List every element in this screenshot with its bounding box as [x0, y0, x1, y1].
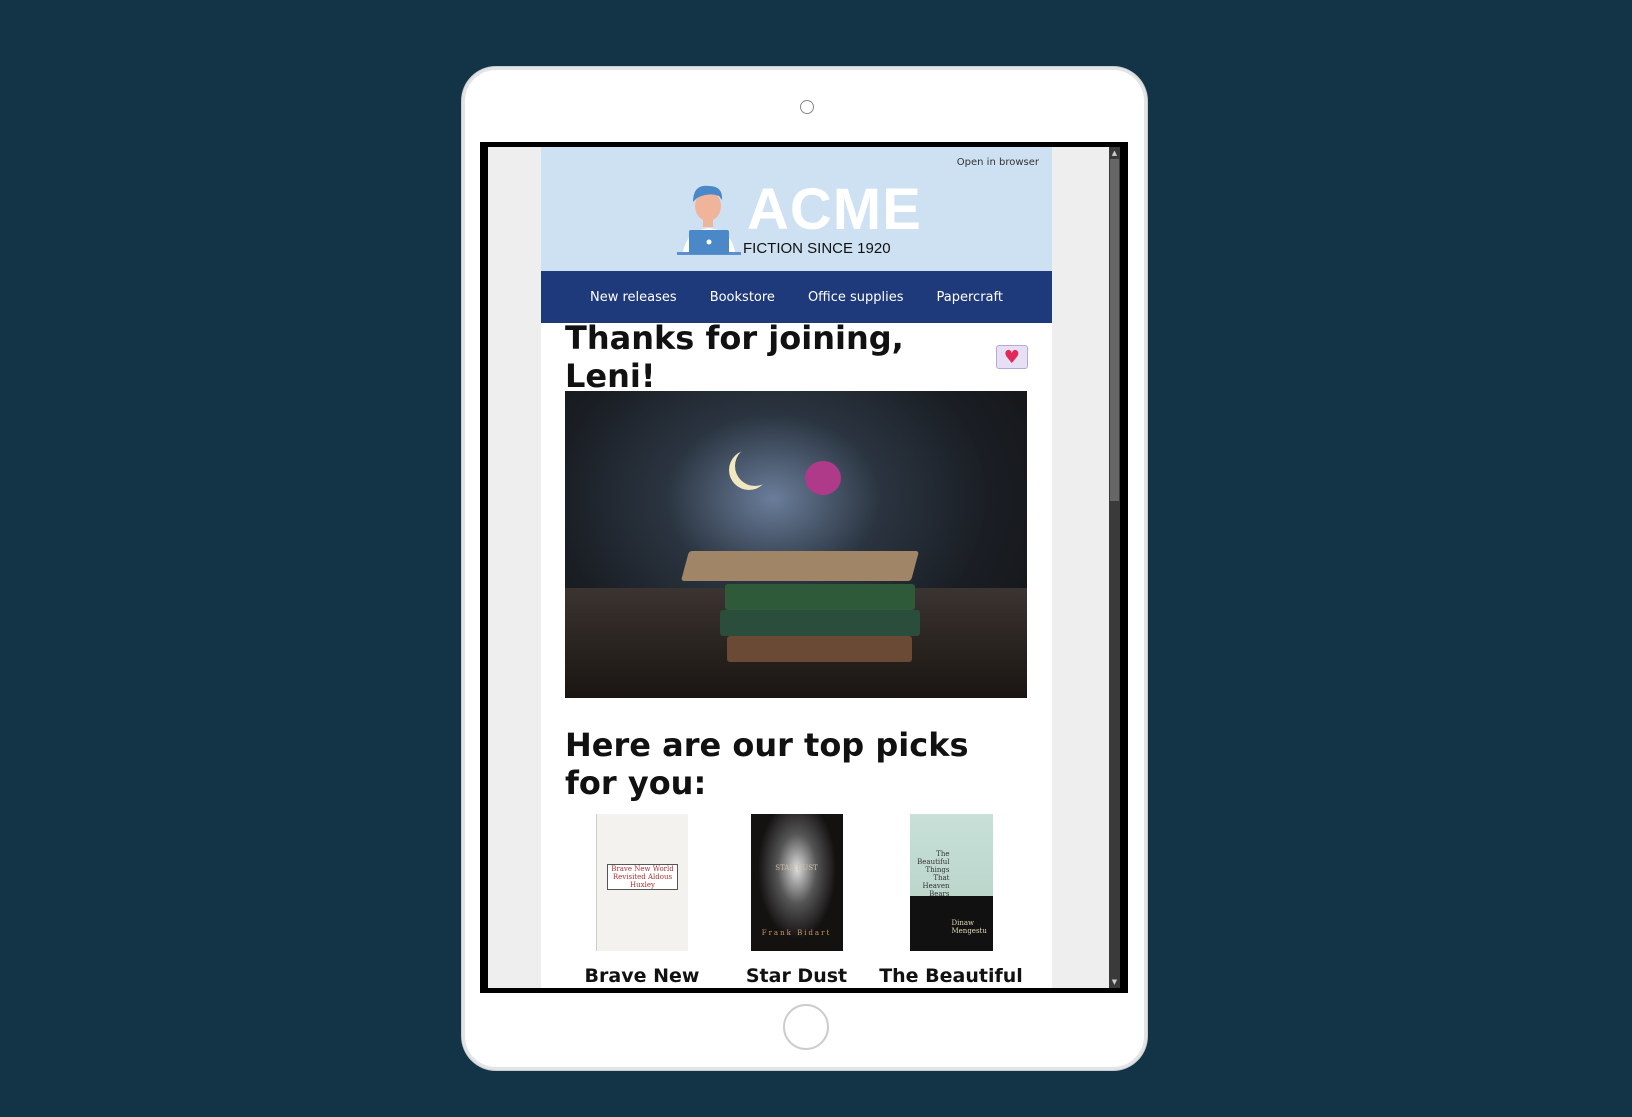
book-stack — [680, 551, 920, 662]
open-in-browser-link[interactable]: Open in browser — [957, 157, 1039, 168]
cover-author: Frank Bidart — [761, 929, 832, 937]
nav-office-supplies[interactable]: Office supplies — [808, 290, 904, 305]
book-card[interactable]: Brave New World Revisited Aldous Huxley … — [567, 814, 717, 988]
camera-icon — [800, 100, 814, 114]
book-title[interactable]: The Beautiful Things That Heaven Bears — [876, 963, 1026, 988]
welcome-text: Thanks for joining, Leni! — [565, 319, 904, 395]
scrollbar[interactable]: ▲ ▼ — [1109, 147, 1120, 988]
tree-shape — [805, 461, 841, 495]
brand-tagline: FICTION SINCE 1920 — [743, 240, 891, 257]
welcome-heading: Thanks for joining, Leni! ♥ — [565, 319, 1028, 395]
book-title[interactable]: Brave New World — [567, 963, 717, 988]
nav-papercraft[interactable]: Papercraft — [937, 290, 1003, 305]
email-viewport: Open in browser ACME FICTION SINCE 1920 … — [488, 147, 1120, 988]
home-button[interactable] — [783, 1004, 829, 1050]
email-body: Open in browser ACME FICTION SINCE 1920 … — [541, 147, 1052, 988]
book-title[interactable]: Star Dust — [746, 963, 847, 988]
person-laptop-icon — [677, 185, 741, 255]
cover-text: Brave New World Revisited Aldous Huxley — [607, 864, 678, 890]
book-cover-brave-new-world[interactable]: Brave New World Revisited Aldous Huxley — [596, 814, 688, 951]
book-cover-star-dust[interactable]: STAR DUST Frank Bidart — [750, 814, 843, 951]
acme-logo: ACME FICTION SINCE 1920 — [669, 177, 921, 262]
hero-image-magic-book — [565, 391, 1027, 698]
scroll-down-arrow-icon[interactable]: ▼ — [1109, 978, 1120, 986]
cover-text: The Beautiful Things That Heaven Bears — [917, 850, 950, 898]
nav-bar: New releases Bookstore Office supplies P… — [541, 271, 1052, 323]
picks-list: Brave New World Revisited Aldous Huxley … — [565, 814, 1028, 988]
scroll-up-arrow-icon[interactable]: ▲ — [1109, 149, 1120, 157]
nav-new-releases[interactable]: New releases — [590, 290, 677, 305]
book-card[interactable]: The Beautiful Things That Heaven Bears D… — [876, 814, 1026, 988]
nav-bookstore[interactable]: Bookstore — [710, 290, 775, 305]
scrollbar-thumb[interactable] — [1110, 159, 1119, 501]
email-header: Open in browser ACME FICTION SINCE 1920 — [541, 147, 1052, 271]
cover-text: STAR DUST — [775, 864, 818, 872]
book-card[interactable]: STAR DUST Frank Bidart Star Dust — [722, 814, 872, 988]
love-letter-icon: ♥ — [995, 345, 1028, 369]
cover-author: Dinaw Mengestu — [951, 919, 987, 935]
tablet-screen: Open in browser ACME FICTION SINCE 1920 … — [480, 142, 1128, 993]
book-cover-beautiful-things[interactable]: The Beautiful Things That Heaven Bears D… — [909, 814, 993, 951]
picks-heading: Here are our top picks for you: — [565, 726, 969, 802]
brand-name: ACME — [747, 177, 922, 242]
moon-shape — [735, 446, 775, 486]
